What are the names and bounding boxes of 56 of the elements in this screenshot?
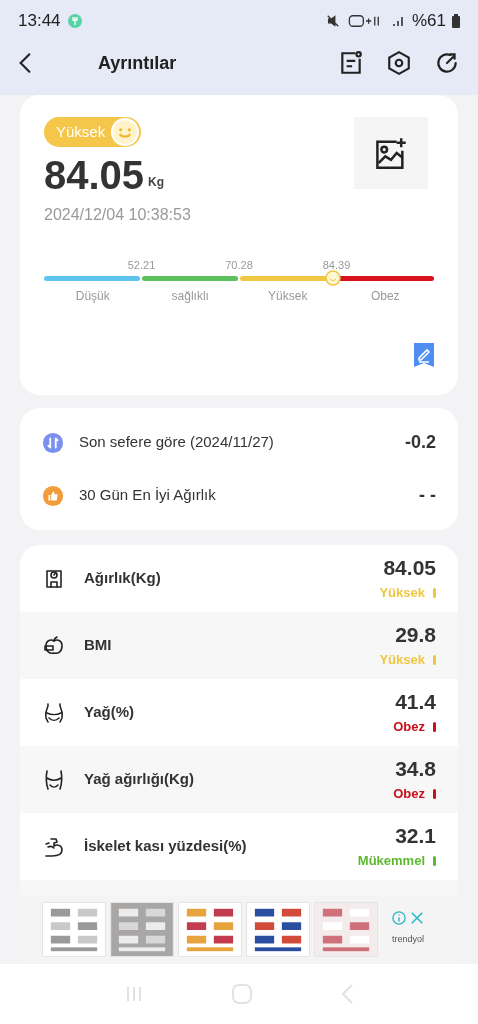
metric-value: 32.1: [395, 822, 436, 849]
weight-unit: Kg: [148, 174, 165, 191]
close-icon[interactable]: [410, 911, 424, 926]
settings-button[interactable]: [386, 50, 412, 76]
metric-status: Yüksek: [379, 650, 425, 669]
signal-icon: [391, 14, 406, 28]
notes-icon: [338, 50, 364, 76]
metric-name: Yağ ağırlığı(Kg): [84, 769, 194, 790]
mute-icon: [325, 14, 340, 28]
metric-name: Yağ(%): [84, 702, 134, 723]
metric-status: Mükemmel: [357, 851, 425, 870]
metric-status: Obez: [393, 717, 425, 736]
back-icon: [18, 52, 32, 74]
metric-value: 84.05: [383, 554, 436, 581]
refresh-icon: [434, 50, 460, 76]
weight-value: 84.05: [44, 152, 145, 199]
metric-value: 41.4: [395, 688, 436, 715]
add-photo-button[interactable]: [354, 117, 428, 189]
metric-status: Yüksek: [379, 583, 425, 602]
metric-name: Ağırlık(Kg): [84, 568, 161, 589]
metric-name: BMI: [84, 635, 112, 656]
metric-name: İskelet kası yüzdesi(%): [84, 836, 247, 857]
comparison-label: Son sefere göre (2024/11/27): [79, 432, 274, 453]
comparison-value: -0.2: [404, 431, 436, 454]
edit-button[interactable]: [414, 343, 434, 367]
status-badge: Yüksek: [44, 117, 142, 147]
info-icon[interactable]: [392, 911, 406, 926]
range-label: Obez: [370, 288, 400, 305]
comparison-label: 30 Gün En İyi Ağırlık: [79, 485, 216, 506]
battery-percent: %61: [411, 10, 446, 33]
waist-icon: [42, 700, 66, 725]
arrows-icon: [42, 431, 64, 454]
metric-row[interactable]: Yağ ağırlığı(Kg) 34.8 Obez: [20, 746, 458, 813]
edit-icon: [414, 343, 434, 367]
measurement-date: 2024/12/04 10:38:53: [44, 205, 191, 225]
notes-button[interactable]: [338, 50, 364, 76]
thumbs-up-icon: [42, 484, 64, 507]
status-time: 13:44: [18, 10, 61, 33]
range-label: Düşük: [75, 288, 110, 305]
metric-status: Obez: [393, 784, 425, 803]
metric-value: 34.8: [395, 755, 436, 782]
smiley-icon: [111, 118, 140, 146]
brand-logo: trendyol: [392, 933, 425, 947]
threshold-label: 84.39: [322, 258, 351, 273]
image-add-icon: [373, 136, 409, 170]
settings-icon: [386, 50, 412, 76]
battery-icon: [452, 14, 460, 28]
threshold-label: 70.28: [225, 258, 253, 273]
range-label: Yüksek: [268, 288, 308, 305]
share-button[interactable]: [434, 50, 460, 76]
metric-row[interactable]: BMI 29.8 Yüksek: [20, 612, 458, 679]
page-title: Ayrıntılar: [98, 51, 177, 75]
comparison-value: - -: [419, 484, 436, 507]
threshold-label: 52.21: [127, 258, 156, 273]
metric-value: 29.8: [395, 621, 436, 648]
range-label: sağlıklı: [171, 288, 209, 305]
